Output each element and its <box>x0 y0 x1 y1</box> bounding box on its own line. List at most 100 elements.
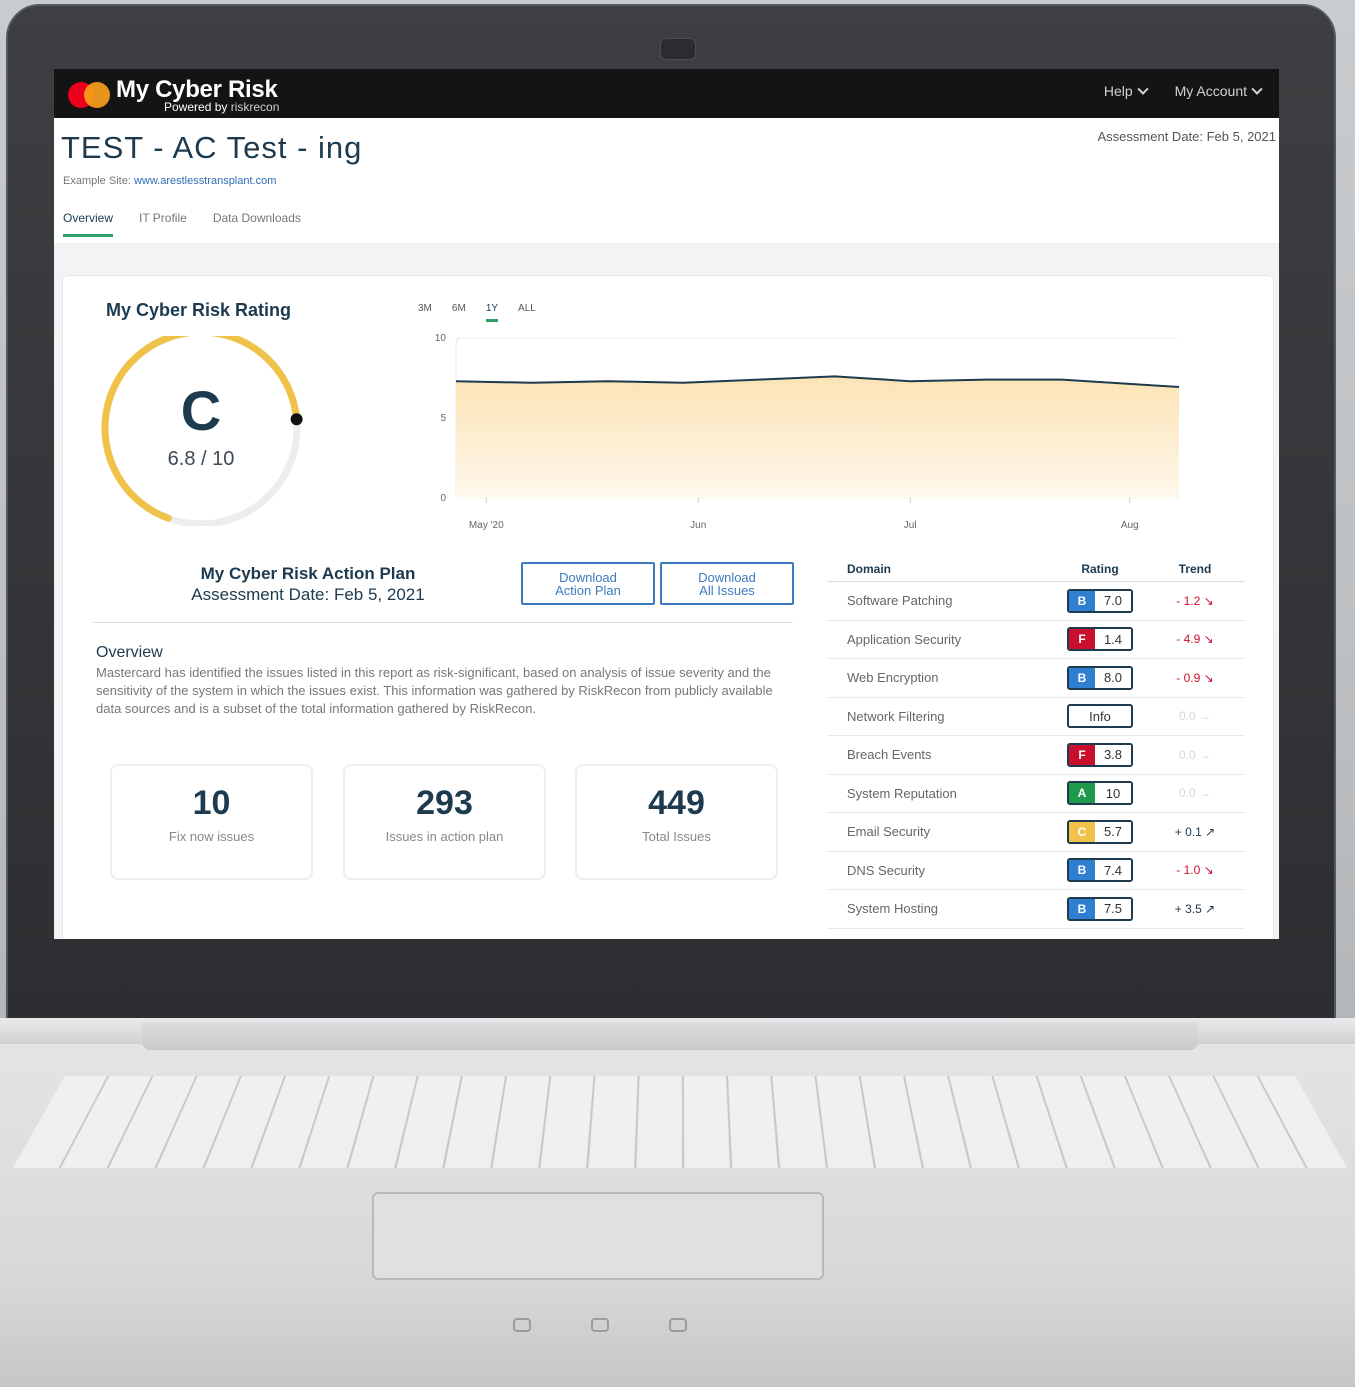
domain-row[interactable]: System Reputation A 10 0.0 → <box>827 775 1245 813</box>
domain-trend: - 4.9 ↘ <box>1145 632 1245 646</box>
stat-label: Fix now issues <box>168 829 255 844</box>
example-site: Example Site: www.arestlesstransplant.co… <box>63 175 276 187</box>
stat-total[interactable]: 449 Total Issues <box>575 764 778 880</box>
trend-arrow-icon: ↘ <box>1200 632 1214 647</box>
trend-value: 0.0 <box>1178 786 1196 801</box>
domain-rating-badge: Info <box>1067 704 1133 729</box>
domain-table-header: Domain Rating Trend <box>827 556 1245 582</box>
domain-name: System Hosting <box>847 901 939 917</box>
action-plan-heading: My Cyber Risk Action Plan <box>200 564 416 583</box>
tab-overview[interactable]: Overview <box>63 211 114 237</box>
range-6m[interactable]: 6M <box>452 303 466 322</box>
stat-action-plan[interactable]: 293 Issues in action plan <box>343 764 546 880</box>
domain-grade: F <box>1069 629 1095 650</box>
disk-indicator-icon <box>669 1318 687 1332</box>
domain-rating-badge: A 10 <box>1067 781 1133 806</box>
download-action-plan-button[interactable]: Download Action Plan <box>521 562 655 605</box>
range-3m[interactable]: 3M <box>418 303 432 322</box>
rating-score: 6.8 / 10 <box>167 448 235 470</box>
stat-label: Total Issues <box>642 829 711 844</box>
domain-name: Email Security <box>847 824 931 840</box>
domain-row[interactable]: System Hosting B 7.5 + 3.5 ↗ <box>827 890 1245 929</box>
y-tick-label: 0 <box>440 493 446 504</box>
x-tick-label: Aug <box>1121 520 1139 531</box>
trend-value: + 3.5 <box>1174 901 1202 916</box>
domain-trend: 0.0 → <box>1145 786 1245 800</box>
chart-svg: 10 5 0 May '20 Jun Jul Aug <box>435 333 1214 531</box>
account-menu[interactable]: My Account <box>1174 83 1263 99</box>
domain-trend: - 1.2 ↘ <box>1145 594 1245 608</box>
domain-name: Network Filtering <box>847 708 945 724</box>
range-1y[interactable]: 1Y <box>485 303 499 322</box>
domain-name: Breach Events <box>847 747 932 763</box>
domain-grade: B <box>1069 590 1095 611</box>
page-header: TEST - AC Test - ing Assessment Date: Fe… <box>54 118 1279 243</box>
example-site-link[interactable]: www.arestlesstransplant.com <box>134 175 276 187</box>
trend-value: - 1.0 <box>1176 863 1201 878</box>
chart-range-selector: 3M 6M 1Y ALL <box>418 303 536 322</box>
download-all-issues-button[interactable]: Download All Issues <box>660 562 794 605</box>
touchpad <box>372 1192 824 1280</box>
series-area <box>456 376 1213 498</box>
domain-score: 7.5 <box>1095 898 1131 919</box>
tab-bar: Overview IT Profile Data Downloads <box>63 211 301 237</box>
domain-name: System Reputation <box>847 785 957 801</box>
range-all[interactable]: ALL <box>518 303 536 322</box>
domain-row[interactable]: Email Security C 5.7 + 0.1 ↗ <box>827 813 1245 852</box>
domain-score: 10 <box>1095 783 1131 804</box>
domain-rating-cell: B 7.5 <box>1055 896 1145 921</box>
rating-grade: C <box>180 379 222 442</box>
powered-by-label: Powered by <box>164 100 228 114</box>
keyboard <box>12 1075 1348 1168</box>
domain-trend: 0.0 → <box>1145 709 1245 723</box>
trend-value: + 0.1 <box>1174 824 1202 839</box>
example-site-label: Example Site: <box>63 175 131 187</box>
domain-row[interactable]: Application Security F 1.4 - 4.9 ↘ <box>827 621 1245 659</box>
stat-label: Issues in action plan <box>385 829 504 844</box>
trend-arrow-icon: → <box>1195 747 1212 762</box>
rating-gauge: C 6.8 / 10 <box>99 328 303 528</box>
domain-row[interactable]: Web Encryption B 8.0 - 0.9 ↘ <box>827 659 1245 698</box>
domain-rating-cell: B 7.0 <box>1055 588 1145 613</box>
assessment-date: Assessment Date: Feb 5, 2021 <box>1097 129 1276 144</box>
download-action-plan-line2: Action Plan <box>555 583 621 598</box>
page-title: TEST - AC Test - ing <box>61 130 363 165</box>
domain-grade: F <box>1069 744 1095 765</box>
domain-grade: A <box>1069 783 1095 804</box>
chevron-down-icon <box>1136 83 1149 95</box>
domain-score: 7.0 <box>1095 590 1131 611</box>
trend-value: 0.0 <box>1178 747 1196 762</box>
domain-row[interactable]: Network Filtering Info 0.0 → <box>827 698 1245 736</box>
stat-fix-now[interactable]: 10 Fix now issues <box>110 764 313 880</box>
tab-data-downloads[interactable]: Data Downloads <box>213 211 301 237</box>
domain-trend: - 0.9 ↘ <box>1145 671 1245 685</box>
col-domain: Domain <box>847 561 892 576</box>
domain-rating-cell: B 7.4 <box>1055 858 1145 883</box>
domain-row[interactable]: Software Patching B 7.0 - 1.2 ↘ <box>827 582 1245 621</box>
domain-rows: Software Patching B 7.0- 1.2 ↘ Application … <box>827 582 1245 929</box>
stat-value: 10 <box>192 784 231 822</box>
help-label: Help <box>1103 83 1133 99</box>
trend-value: - 0.9 <box>1176 670 1201 685</box>
y-tick-label: 10 <box>435 333 447 344</box>
domain-grade: B <box>1069 898 1095 919</box>
stat-value: 449 <box>648 784 705 822</box>
overview-card: My Cyber Risk Rating C 6.8 / 10 3M 6M 1Y… <box>62 275 1274 939</box>
domain-row[interactable]: Breach Events F 3.8 0.0 → <box>827 736 1245 775</box>
domain-trend: + 0.1 ↗ <box>1145 825 1245 839</box>
col-rating: Rating <box>1081 561 1119 576</box>
rating-title: My Cyber Risk Rating <box>106 300 292 320</box>
trend-arrow-icon: → <box>1195 709 1212 724</box>
domain-table: Domain Rating Trend Software Patching B 7.… <box>827 556 1245 929</box>
domain-score: 8.0 <box>1095 667 1131 688</box>
domain-rating-cell: C 5.7 <box>1055 819 1145 844</box>
domain-score: 5.7 <box>1095 821 1131 842</box>
domain-row[interactable]: DNS Security B 7.4 - 1.0 ↘ <box>827 852 1245 890</box>
trend-arrow-icon: ↗ <box>1201 901 1216 916</box>
tab-it-profile[interactable]: IT Profile <box>139 211 187 237</box>
trend-arrow-icon: ↘ <box>1200 593 1214 608</box>
help-menu[interactable]: Help <box>1103 83 1149 99</box>
domain-rating-badge: B 7.4 <box>1067 858 1133 883</box>
account-label: My Account <box>1174 83 1247 99</box>
trend-arrow-icon: ↘ <box>1200 863 1214 878</box>
